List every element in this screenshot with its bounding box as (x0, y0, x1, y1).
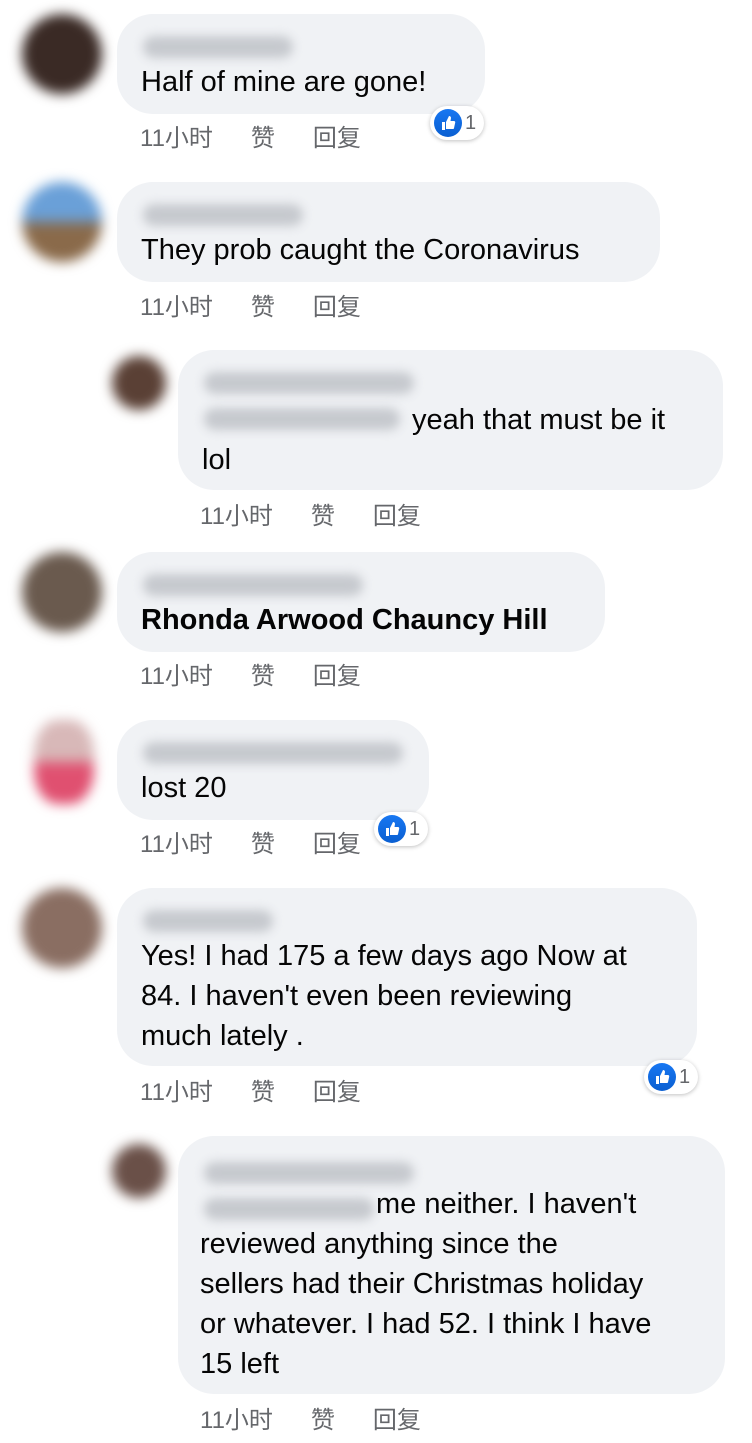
reply-button[interactable]: 回复 (313, 287, 361, 322)
timestamp: 11小时 (140, 831, 213, 858)
like-button[interactable]: 赞 (311, 496, 335, 531)
avatar[interactable] (22, 14, 102, 94)
author-name-blurred[interactable] (143, 36, 293, 58)
comment-text: yeah that must be it lol (202, 404, 666, 476)
comment-text[interactable]: Rhonda Arwood Chauncy Hill (141, 600, 548, 640)
comment-actions: 11小时 赞 回复 (140, 287, 361, 322)
timestamp: 11小时 (200, 503, 273, 530)
comment-bubble: Rhonda Arwood Chauncy Hill (117, 552, 605, 652)
reply-button[interactable]: 回复 (373, 1400, 421, 1435)
timestamp: 11小时 (200, 1407, 273, 1434)
thumbs-up-icon (648, 1063, 676, 1091)
like-button[interactable]: 赞 (251, 824, 275, 859)
avatar[interactable] (34, 720, 94, 804)
comment-bubble: Yes! I had 175 a few days ago Now at 84.… (117, 888, 697, 1066)
comment-text: They prob caught the Coronavirus (141, 234, 580, 266)
comment-text: Yes! I had 175 a few days ago Now at 84.… (141, 940, 627, 1052)
thumbs-up-icon (378, 815, 406, 843)
timestamp: 11小时 (140, 663, 213, 690)
avatar[interactable] (22, 552, 102, 632)
reply-button[interactable]: 回复 (313, 1072, 361, 1107)
timestamp: 11小时 (140, 294, 213, 321)
comment-bubble: lost 20 (117, 720, 429, 820)
comment-bubble: yeah that must be it lol (178, 350, 723, 490)
comment-bubble: They prob caught the Coronavirus (117, 182, 660, 282)
reaction-number: 1 (465, 111, 477, 134)
comment-actions: 11小时 赞 回复 (140, 1072, 361, 1107)
comment-actions: 11小时 赞 回复 (200, 496, 421, 531)
comment-actions: 11小时 赞 回复 (140, 656, 361, 691)
author-name-blurred[interactable] (204, 1162, 414, 1184)
reaction-count[interactable]: 1 (644, 1060, 699, 1094)
reply-button[interactable]: 回复 (313, 656, 361, 691)
reply-button[interactable]: 回复 (313, 824, 361, 859)
like-button[interactable]: 赞 (251, 287, 275, 322)
reaction-number: 1 (409, 817, 421, 840)
author-name-blurred[interactable] (204, 372, 414, 394)
avatar[interactable] (112, 356, 166, 410)
author-name-blurred[interactable] (143, 742, 403, 764)
avatar[interactable] (22, 182, 102, 262)
avatar[interactable] (22, 888, 102, 968)
reaction-count[interactable]: 1 (374, 812, 429, 846)
comment-text: Half of mine are gone! (141, 66, 427, 98)
timestamp: 11小时 (140, 1079, 213, 1106)
reply-button[interactable]: 回复 (313, 118, 361, 153)
like-button[interactable]: 赞 (251, 656, 275, 691)
comment-actions: 11小时 赞 回复 (140, 118, 361, 153)
like-button[interactable]: 赞 (311, 1400, 335, 1435)
comment-bubble: me neither. I haven't reviewed anything … (178, 1136, 725, 1394)
comment-actions: 11小时 赞 回复 (140, 824, 361, 859)
comment-actions: 11小时 赞 回复 (200, 1400, 421, 1435)
timestamp: 11小时 (140, 125, 213, 152)
comment-bubble: Half of mine are gone! (117, 14, 485, 114)
avatar[interactable] (112, 1144, 166, 1198)
author-name-blurred[interactable] (143, 910, 273, 932)
reaction-count[interactable]: 1 (430, 106, 485, 140)
author-name-blurred[interactable] (143, 574, 363, 596)
like-button[interactable]: 赞 (251, 1072, 275, 1107)
author-name-blurred[interactable] (143, 204, 303, 226)
reply-button[interactable]: 回复 (373, 496, 421, 531)
reaction-number: 1 (679, 1065, 691, 1088)
thumbs-up-icon (434, 109, 462, 137)
comment-text: me neither. I haven't reviewed anything … (200, 1188, 652, 1380)
comment-text: lost 20 (141, 772, 227, 804)
like-button[interactable]: 赞 (251, 118, 275, 153)
